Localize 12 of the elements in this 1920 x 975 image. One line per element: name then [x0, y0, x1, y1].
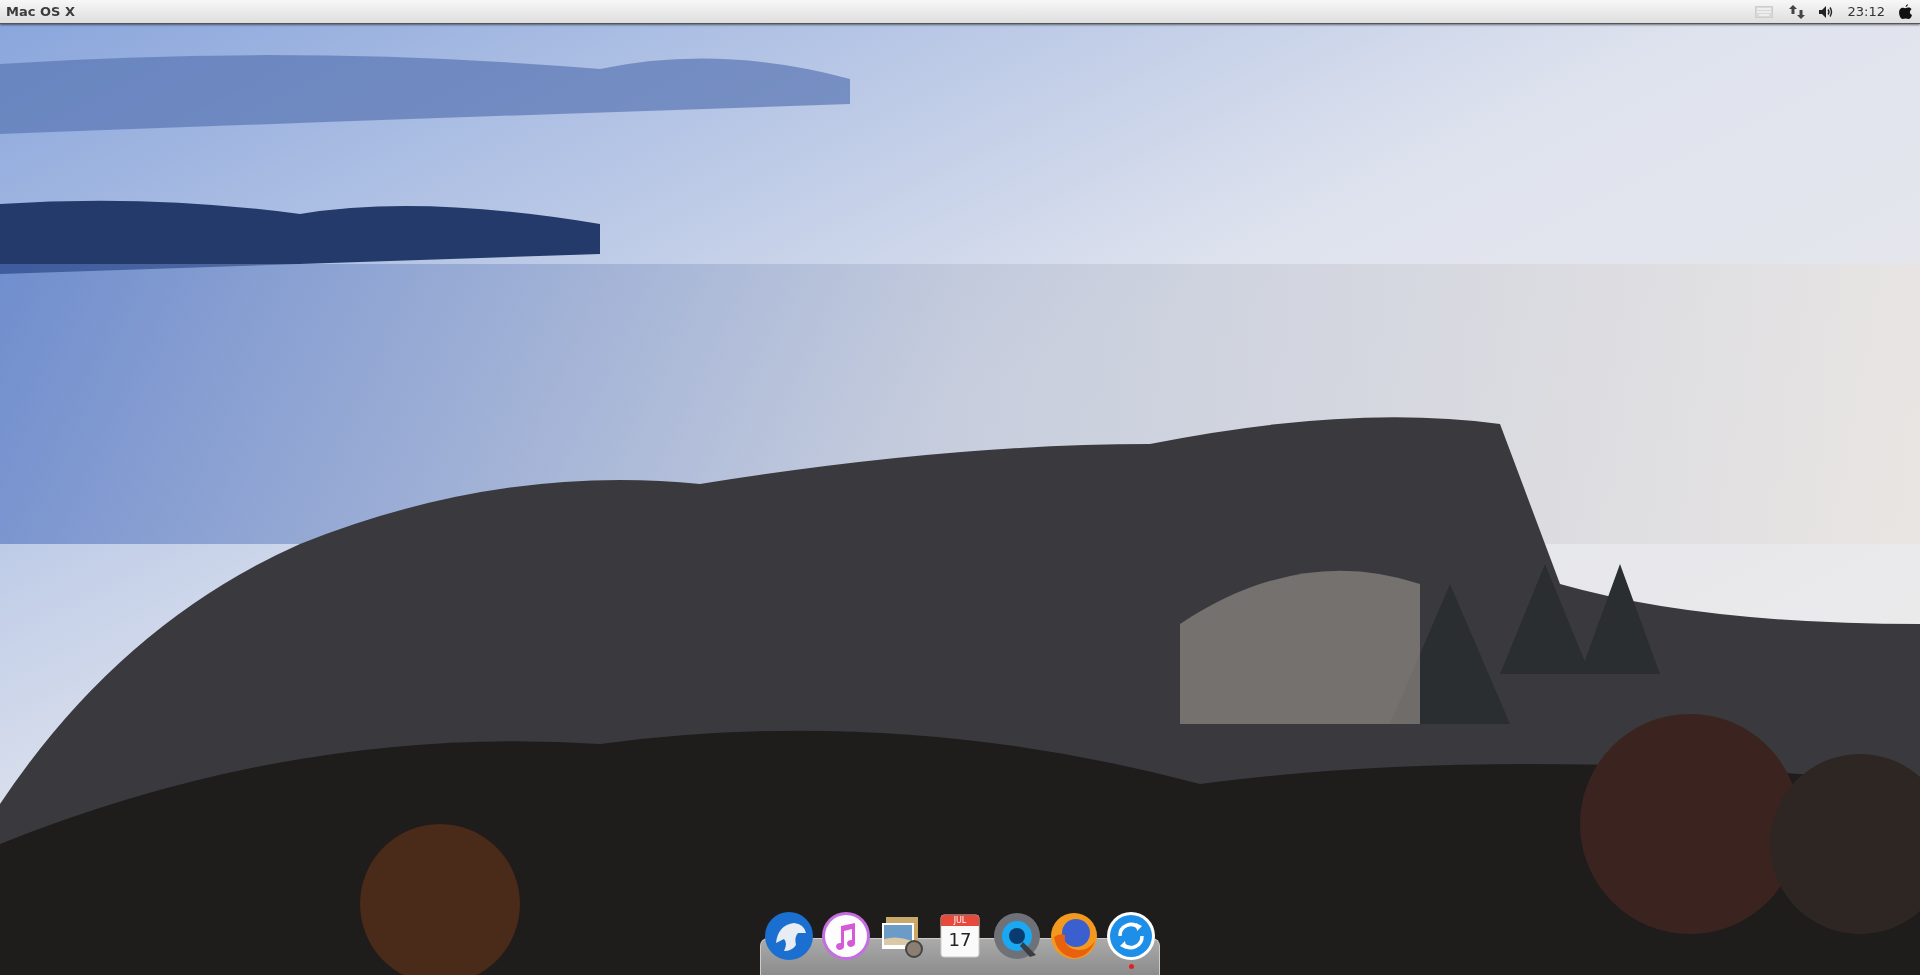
calendar-day: 17: [941, 929, 979, 951]
music-note-icon[interactable]: [821, 911, 871, 961]
clock[interactable]: 23:12: [1847, 4, 1885, 19]
apple-icon[interactable]: [1899, 4, 1912, 19]
calendar-app[interactable]: JUL 17: [935, 911, 985, 961]
magnifier-q-icon[interactable]: [992, 911, 1042, 961]
network-arrows-icon[interactable]: [1788, 4, 1805, 19]
sync-arrows-icon[interactable]: [1106, 911, 1156, 961]
volume-icon[interactable]: [1818, 5, 1834, 18]
eagle-icon[interactable]: [764, 911, 814, 961]
app-title[interactable]: Mac OS X: [0, 4, 75, 19]
calendar-month: JUL: [952, 916, 968, 925]
